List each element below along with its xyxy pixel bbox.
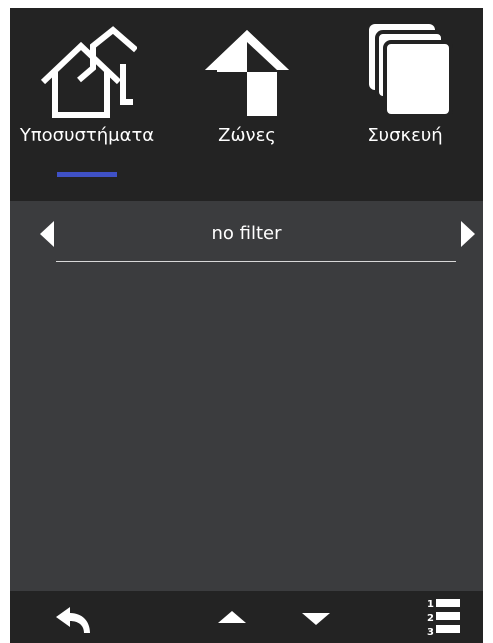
list-number: 2 <box>427 613 434 624</box>
stacked-pages-icon <box>355 20 455 120</box>
back-button[interactable] <box>52 597 96 637</box>
list-number: 3 <box>427 627 434 637</box>
chevron-left-icon[interactable] <box>36 219 60 249</box>
numbered-list-button[interactable]: 1 2 3 <box>420 597 464 637</box>
zone-house-icon <box>197 20 297 120</box>
tab-zones[interactable]: Ζώνες <box>172 8 322 201</box>
scroll-up-button[interactable] <box>210 597 254 637</box>
arrow-up-icon <box>210 597 254 637</box>
tab-label: Ζώνες <box>218 125 276 146</box>
content-list <box>10 271 483 591</box>
filter-selector: no filter <box>10 201 483 271</box>
active-tab-indicator <box>57 172 117 177</box>
tab-label: Υποσυστήματα <box>19 125 155 146</box>
arrow-down-icon <box>294 597 338 637</box>
list-number: 1 <box>427 599 434 610</box>
houses-icon <box>37 20 137 120</box>
device-screen: Υποσυστήματα Ζώνες Συσκευή no filter 1 2… <box>10 8 483 643</box>
tab-subsystems[interactable]: Υποσυστήματα <box>12 8 162 201</box>
filter-underline <box>56 261 456 262</box>
tab-bar: Υποσυστήματα Ζώνες Συσκευή <box>10 8 483 201</box>
scroll-down-button[interactable] <box>294 597 338 637</box>
back-arrow-icon <box>52 597 96 637</box>
tab-device[interactable]: Συσκευή <box>330 8 480 201</box>
tab-label: Συσκευή <box>367 125 443 146</box>
chevron-right-icon[interactable] <box>455 219 479 249</box>
filter-label: no filter <box>211 223 282 244</box>
numbered-list-icon: 1 2 3 <box>420 597 464 637</box>
bottom-toolbar: 1 2 3 <box>10 591 483 643</box>
